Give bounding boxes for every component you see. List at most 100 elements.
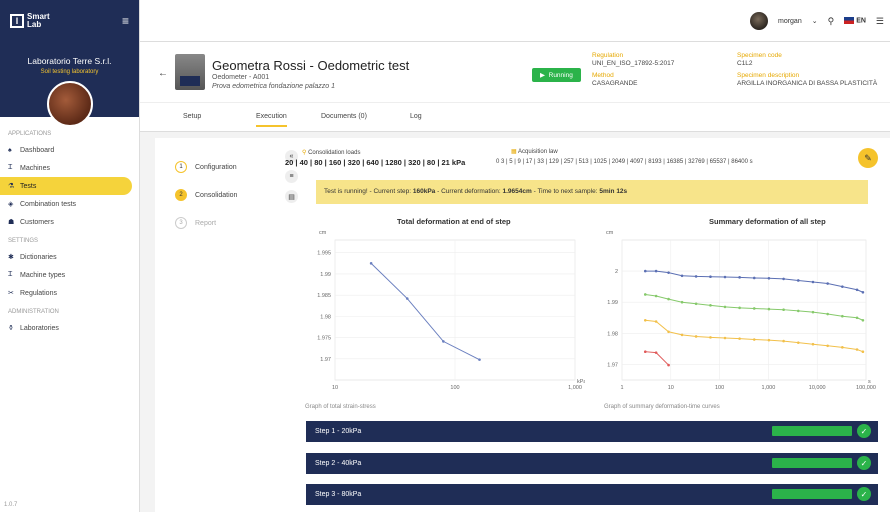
play-icon: ▶ <box>540 72 545 79</box>
y-tick-label: 1.99 <box>607 300 618 306</box>
step-configuration[interactable]: 1 Configuration <box>175 153 237 181</box>
data-point <box>861 290 865 294</box>
y-axis-label: cm <box>319 230 327 236</box>
banner-deformation: 1.9654cm <box>502 188 532 195</box>
y-tick-label: 1.97 <box>320 357 331 363</box>
x-tick-label: 100 <box>450 385 459 391</box>
y-tick-label: 1.985 <box>317 293 331 299</box>
back-arrow-icon[interactable]: ← <box>158 68 168 79</box>
step-bar-label: Step 3 - 80kPa <box>315 491 362 498</box>
sidebar-item-laboratories[interactable]: ⚱ Laboratories <box>0 319 139 337</box>
sidebar-item-customers[interactable]: ☗ Customers <box>0 213 139 231</box>
banner-mid: - Current deformation: <box>435 188 503 195</box>
data-point <box>442 340 445 343</box>
data-point <box>643 269 647 273</box>
data-point <box>709 336 712 339</box>
data-point <box>643 350 647 353</box>
tab-execution[interactable]: Execution <box>256 113 287 127</box>
data-point <box>841 285 844 288</box>
x-tick-label: 100 <box>715 385 724 391</box>
regulation-info: Regulation UNI_EN_ISO_17892-5:2017 Metho… <box>592 52 674 88</box>
data-point <box>680 333 684 337</box>
data-point <box>738 337 741 340</box>
data-point <box>767 276 771 280</box>
lab-subtitle: Soil testing laboratory <box>40 69 99 75</box>
step-number: 1 <box>175 161 187 173</box>
logo-bar: l Smart Lab ≡ <box>0 0 139 42</box>
topbar: morgan ⌄ ⚲ EN ☰ <box>140 0 890 42</box>
y-tick-label: 1.99 <box>320 272 331 278</box>
data-point <box>694 302 698 306</box>
y-tick-label: 1.97 <box>607 362 618 368</box>
tab-documents[interactable]: Documents (0) <box>321 113 367 120</box>
y-axis-label: cm <box>606 230 614 236</box>
sidebar-item-label: Tests <box>20 182 37 190</box>
step-consolidation[interactable]: 2 Consolidation <box>175 181 237 209</box>
lab-photo <box>46 81 93 127</box>
sidebar-item-label: Laboratories <box>20 324 59 332</box>
data-point <box>796 309 800 313</box>
sidebar-item-tests[interactable]: ⚗ Tests <box>0 177 132 195</box>
language-selector[interactable]: EN <box>844 17 866 25</box>
uk-flag-icon <box>844 17 855 25</box>
tab-log[interactable]: Log <box>410 113 422 120</box>
table-icon[interactable]: ▤ <box>285 190 298 203</box>
app-logo[interactable]: l Smart Lab <box>10 13 50 29</box>
data-point <box>405 297 409 300</box>
law-label-text: Acquisition law <box>518 149 558 155</box>
machine-name: Oedometer - A001 <box>212 74 270 81</box>
app-version: 1.0.7 <box>4 502 18 508</box>
step-bar-1[interactable]: Step 1 - 20kPa ✓ <box>306 421 878 442</box>
sidebar-item-label: Regulations <box>20 289 57 297</box>
more-icon[interactable]: ☰ <box>876 16 884 27</box>
sidebar-item-combination-tests[interactable]: ◈ Combination tests <box>0 195 139 213</box>
law-label: ▦ Acquisition law <box>511 148 558 155</box>
x-tick-label: 1 <box>620 385 623 391</box>
data-point <box>694 275 698 278</box>
data-point <box>369 262 373 265</box>
execution-panel: 1 Configuration 2 Consolidation 3 Report « … <box>155 138 890 512</box>
running-banner: Test is running! - Current step: 160kPa … <box>316 180 868 204</box>
law-value: 0 3 | 5 | 9 | 17 | 33 | 129 | 257 | 513 … <box>496 159 753 165</box>
chevron-down-icon[interactable]: ⌄ <box>812 17 818 25</box>
step-bar-2[interactable]: Step 2 - 40kPa ✓ <box>306 453 878 474</box>
sidebar-item-machine-types[interactable]: Ꮖ Machine types <box>0 266 139 284</box>
data-point <box>738 276 741 279</box>
data-point <box>654 351 658 354</box>
sidebar-item-machines[interactable]: Ꮖ Machines <box>0 159 139 177</box>
edit-pencil-icon[interactable]: ✎ <box>858 148 878 168</box>
avatar[interactable] <box>749 12 768 30</box>
tab-setup[interactable]: Setup <box>183 113 201 120</box>
data-point <box>782 277 785 281</box>
sidebar-item-regulations[interactable]: ✂ Regulations <box>0 284 139 302</box>
data-point <box>752 338 756 341</box>
step-progress-bar <box>772 489 852 499</box>
list-icon[interactable]: ≡ <box>285 170 298 183</box>
sidebar-item-label: Dashboard <box>20 146 55 154</box>
data-point <box>680 274 684 278</box>
tab-bar: Setup Execution Documents (0) Log <box>140 102 890 132</box>
regulation-value: UNI_EN_ISO_17892-5:2017 <box>592 60 675 67</box>
deformation-time-chart: 1.97 1.98 1.99 2 1 10 100 1,000 10,000 100,000 cm s <box>606 230 876 391</box>
x-tick-label: 100,000 <box>856 385 876 391</box>
x-tick-label: 10 <box>332 385 338 391</box>
nav-section-applications: APPLICATIONS <box>8 131 52 137</box>
method-label: Method <box>592 72 614 79</box>
specimen-code-label: Specimen code <box>737 52 782 59</box>
step-report[interactable]: 3 Report <box>175 209 237 237</box>
menu-icon[interactable]: ≡ <box>122 14 129 28</box>
status-badge[interactable]: ▶ Running <box>532 68 581 82</box>
data-point <box>841 314 844 318</box>
data-point <box>723 305 727 309</box>
data-point <box>709 304 712 307</box>
loads-label: ⚲ Consolidation loads <box>302 149 360 156</box>
sidebar-item-label: Machine types <box>20 271 66 279</box>
specimen-desc-value: ARGILLA INORGANICA DI BASSA PLASTICITÀ <box>737 80 878 87</box>
search-icon[interactable]: ⚲ <box>828 16 835 27</box>
sidebar-item-dashboard[interactable]: ♠ Dashboard <box>0 141 139 159</box>
step-bar-3[interactable]: Step 3 - 80kPa ✓ <box>306 484 878 505</box>
username[interactable]: morgan <box>778 18 802 25</box>
loads-label-text: Consolidation loads <box>308 150 361 156</box>
sidebar-item-dictionaries[interactable]: ✱ Dictionaries <box>0 248 139 266</box>
language-label: EN <box>856 17 866 25</box>
